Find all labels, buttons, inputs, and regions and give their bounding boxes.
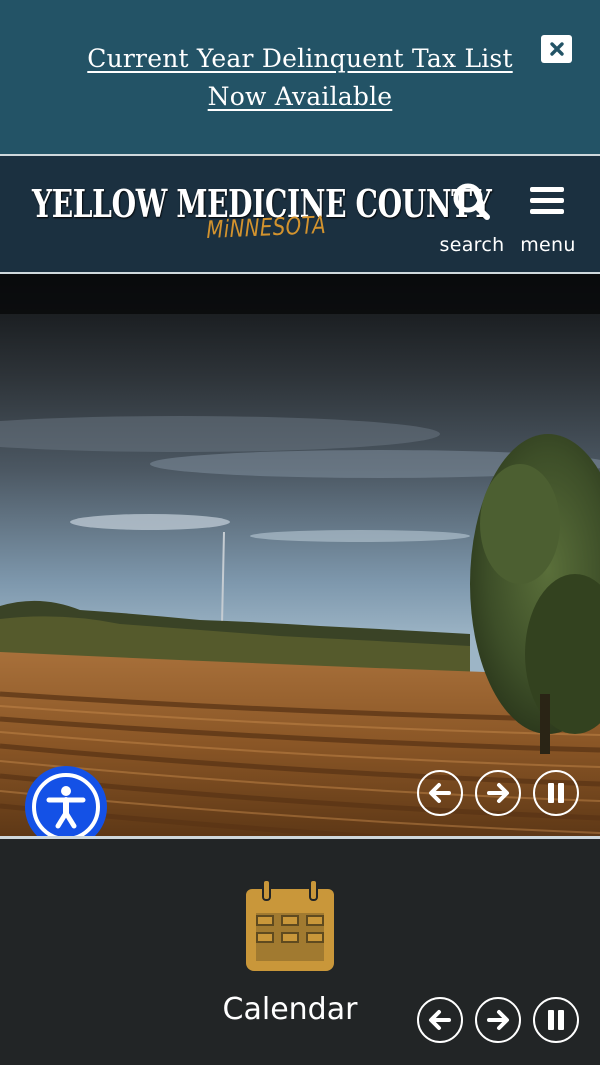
search-button[interactable]: search — [436, 178, 508, 262]
alert-banner: Current Year Delinquent Tax List Now Ava… — [0, 0, 600, 156]
logo-sub-text: MiNNESOTA — [206, 210, 327, 244]
quicklinks-pause-button[interactable] — [533, 997, 579, 1043]
menu-label: menu — [520, 234, 576, 256]
close-button[interactable] — [541, 35, 572, 63]
slideshow-pause-button[interactable] — [533, 770, 579, 816]
accessibility-button[interactable] — [25, 766, 107, 836]
quicklink-label[interactable]: Calendar — [190, 991, 390, 1029]
accessibility-icon — [32, 773, 100, 836]
arrow-left-icon — [429, 783, 451, 803]
alert-link-line1[interactable]: Current Year Delinquent Tax List — [87, 44, 512, 73]
county-logo[interactable]: YELLOW MEDICINE COUNTY MiNNESOTA — [32, 182, 492, 248]
slideshow-next-button[interactable] — [475, 770, 521, 816]
arrow-right-icon — [487, 783, 509, 803]
site-header: YELLOW MEDICINE COUNTY MiNNESOTA search … — [0, 156, 600, 274]
search-icon — [453, 183, 490, 220]
calendar-icon — [246, 879, 334, 971]
search-label: search — [439, 234, 505, 256]
hamburger-icon — [530, 187, 564, 214]
close-icon — [549, 42, 564, 56]
landscape-photo — [0, 274, 600, 836]
quicklinks-next-button[interactable] — [475, 997, 521, 1043]
menu-button[interactable]: menu — [512, 178, 584, 262]
arrow-right-icon — [487, 1010, 509, 1030]
alert-link-line2[interactable]: Now Available — [208, 82, 393, 111]
quicklinks-prev-button[interactable] — [417, 997, 463, 1043]
pause-icon — [548, 1010, 564, 1030]
hero-slideshow — [0, 274, 600, 836]
arrow-left-icon — [429, 1010, 451, 1030]
alert-link[interactable]: Current Year Delinquent Tax List Now Ava… — [40, 40, 560, 116]
quicklinks-carousel: Calendar — [0, 839, 600, 1065]
pause-icon — [548, 783, 564, 803]
slideshow-prev-button[interactable] — [417, 770, 463, 816]
